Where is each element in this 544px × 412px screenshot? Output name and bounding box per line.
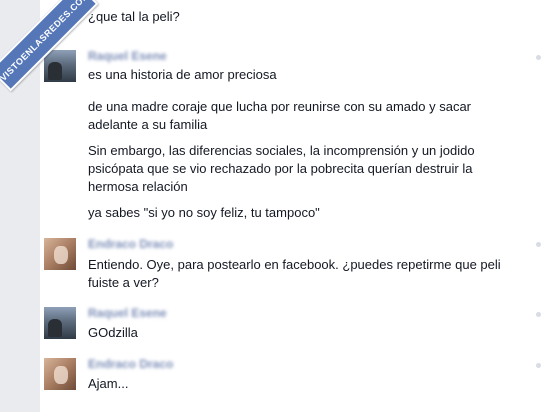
- message-marker: [536, 55, 541, 60]
- sender-name[interactable]: Raquel Esene: [88, 306, 167, 320]
- message-text: ya sabes "si yo no soy feliz, tu tampoco…: [88, 205, 320, 220]
- message-text: es una historia de amor preciosa: [88, 67, 277, 82]
- sender-name[interactable]: Endraco Draco: [88, 357, 173, 371]
- avatar[interactable]: [44, 238, 76, 270]
- message-text: Sin embargo, las diferencias sociales, l…: [88, 143, 475, 194]
- message-text: GOdzilla: [88, 325, 138, 340]
- message-text: Entiendo. Oye, para postearlo en faceboo…: [88, 257, 501, 290]
- avatar[interactable]: [44, 307, 76, 339]
- message-marker: [536, 312, 541, 317]
- avatar[interactable]: [44, 358, 76, 390]
- message-marker: [536, 363, 541, 368]
- avatar[interactable]: [44, 50, 76, 82]
- sender-name[interactable]: Raquel Esene: [88, 49, 167, 63]
- message-text: ¿que tal la peli?: [88, 9, 180, 24]
- chat-panel: ¿que tal la peli? Raquel Esene es una hi…: [40, 0, 544, 412]
- message-text: Ajam...: [88, 376, 129, 391]
- message-marker: [536, 242, 541, 247]
- sender-name[interactable]: Endraco Draco: [88, 237, 173, 251]
- message-text: de una madre coraje que lucha por reunir…: [88, 99, 471, 132]
